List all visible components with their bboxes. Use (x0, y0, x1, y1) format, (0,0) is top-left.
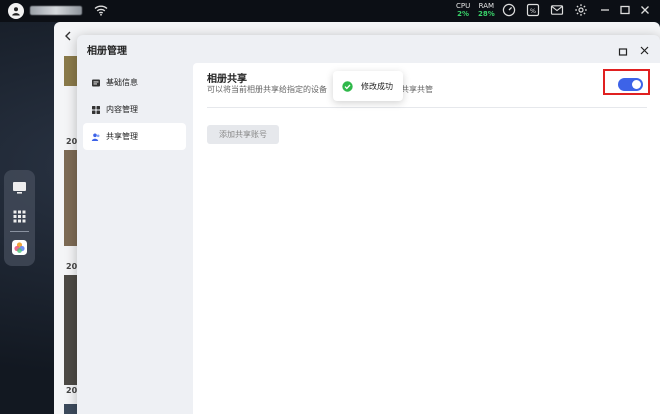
cpu-metric: CPU 2% (456, 2, 470, 18)
cpu-value: 2% (457, 10, 470, 18)
svg-text:%: % (530, 7, 536, 15)
share-users-icon (91, 132, 101, 142)
add-share-account-button[interactable]: 添加共享账号 (207, 125, 279, 144)
gear-icon[interactable] (574, 3, 590, 19)
dialog-title: 相册管理 (87, 46, 127, 57)
maximize-icon[interactable] (618, 42, 628, 56)
close-icon[interactable] (638, 3, 654, 19)
desktop-monitor-icon[interactable] (11, 179, 28, 196)
toggle-highlight-box (603, 69, 650, 95)
photo-thumbnail[interactable] (64, 275, 78, 385)
resource-monitor-icon[interactable]: % (526, 3, 542, 19)
section-description-left: 可以将当前相册共享给指定的设备 (207, 85, 327, 94)
system-top-bar: CPU 2% RAM 28% % (0, 0, 660, 22)
info-card-icon (91, 78, 101, 88)
photo-thumbnail[interactable] (64, 56, 78, 86)
maximize-icon[interactable] (618, 3, 634, 19)
photos-app-icon[interactable] (11, 239, 28, 256)
nav-item-share-manage[interactable]: 共享管理 (83, 123, 186, 150)
year-label: 20 (66, 137, 78, 146)
dialog-nav: 基础信息 内容管理 共享管理 (83, 69, 186, 150)
success-toast: 修改成功 (333, 71, 403, 101)
username-blurred (30, 6, 82, 15)
app-grid-icon[interactable] (11, 208, 28, 225)
nav-item-label: 内容管理 (106, 105, 138, 114)
section-divider (207, 107, 647, 108)
minimize-icon[interactable] (598, 3, 614, 19)
section-title: 相册共享 (207, 74, 247, 85)
ram-label: RAM (478, 2, 495, 10)
nav-item-basic-info[interactable]: 基础信息 (83, 69, 186, 96)
toggle-knob (632, 80, 641, 89)
toast-message: 修改成功 (361, 81, 393, 91)
share-settings-panel: 相册共享 可以将当前相册共享给指定的设备 员共享共管 添加共享账号 (193, 63, 660, 414)
wifi-icon[interactable] (94, 4, 108, 19)
app-dock (4, 170, 35, 266)
nav-item-content-manage[interactable]: 内容管理 (83, 96, 186, 123)
ram-metric: RAM 28% (478, 2, 495, 18)
back-chevron-icon[interactable] (62, 27, 74, 41)
close-icon[interactable] (639, 41, 650, 55)
user-avatar-icon[interactable] (8, 3, 24, 19)
year-label: 20 (66, 262, 78, 271)
year-label: 20 (66, 386, 78, 395)
check-circle-icon (342, 80, 353, 92)
nav-item-label: 共享管理 (106, 132, 138, 141)
speedometer-icon[interactable] (502, 3, 518, 19)
share-toggle-switch[interactable] (618, 78, 643, 91)
mail-icon[interactable] (550, 3, 566, 19)
grid-icon (91, 105, 101, 115)
photo-thumbnail[interactable] (64, 150, 78, 246)
ram-value: 28% (478, 10, 495, 18)
dock-divider (10, 231, 29, 232)
cpu-label: CPU (456, 2, 471, 10)
nav-item-label: 基础信息 (106, 78, 138, 87)
